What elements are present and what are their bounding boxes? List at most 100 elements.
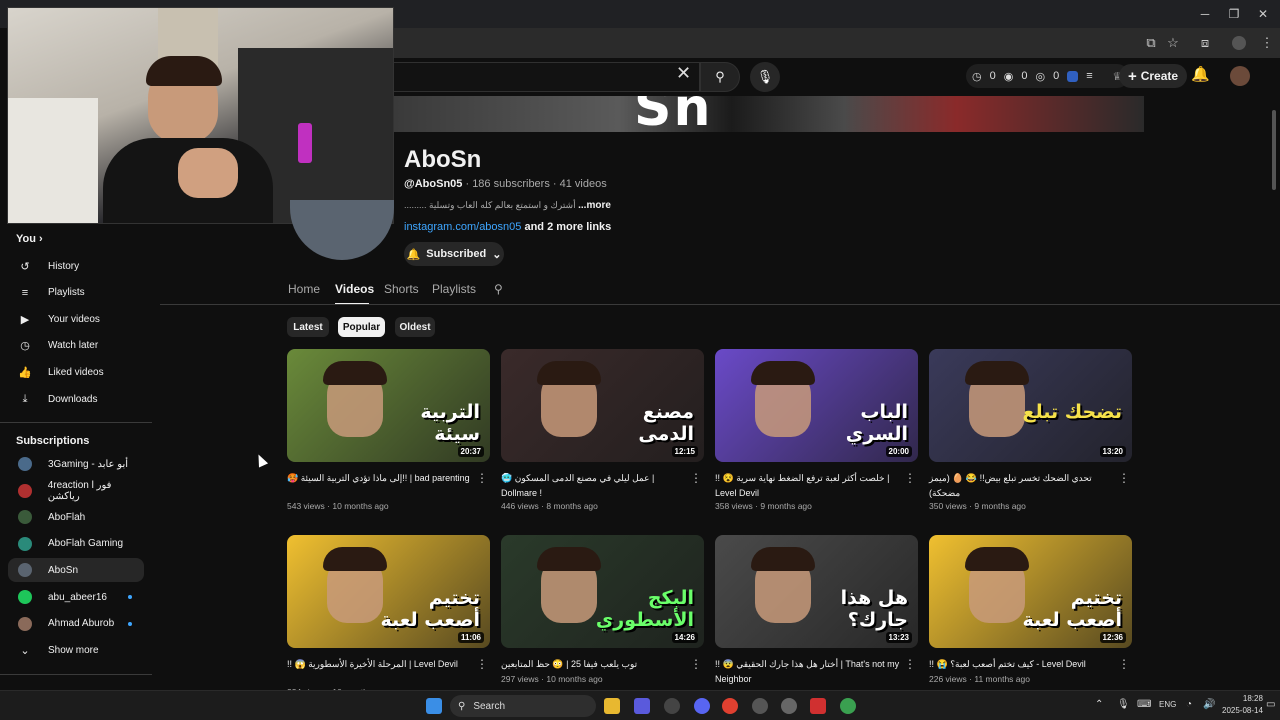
video-title[interactable]: !! 😵 خلصت أكثر لعبة ترفع الضغط نهاية سري… (715, 471, 900, 501)
video-menu-kebab-icon[interactable]: ⋮ (476, 657, 488, 671)
sidebar-item-watch-later[interactable]: ◷ Watch later (8, 334, 144, 358)
scrollbar-thumb[interactable] (1272, 110, 1276, 190)
subscription-item[interactable]: AboSn (8, 558, 144, 583)
subscription-item[interactable]: 3Gaming - أبو عابد (8, 452, 144, 476)
language-indicator[interactable]: ENG (1159, 700, 1176, 709)
app-icon[interactable] (752, 698, 768, 714)
tray-chevron-icon[interactable]: ⌃ (1095, 699, 1103, 710)
channel-description[interactable]: ......... أشترك و استمتع بعالم كله العاب… (404, 200, 611, 211)
cast-icon[interactable]: ⧉ (1142, 34, 1160, 52)
video-menu-kebab-icon[interactable]: ⋮ (476, 471, 488, 485)
subscription-item[interactable]: AboFlah Gaming (8, 532, 144, 556)
volume-icon[interactable]: 🔊 (1203, 699, 1215, 710)
store-icon[interactable] (634, 698, 650, 714)
notifications-icon[interactable]: ▭ (1266, 699, 1275, 710)
address-bar[interactable]: ⧉ ☆ ⧈ ⋮ (394, 28, 1280, 58)
extensions-icon[interactable]: ⧈ (1196, 34, 1214, 52)
discord-icon[interactable] (694, 698, 710, 714)
list-icon[interactable]: ≡ (1086, 70, 1092, 82)
extension-stats[interactable]: ◷ 0 ◉ 0 ◎ 0 ≡ ♕ (966, 64, 1129, 88)
video-thumbnail[interactable]: مصنع الدمى 12:15 (501, 349, 704, 462)
subscription-item[interactable]: Ahmad Aburob (8, 612, 144, 636)
video-thumbnail[interactable]: هل هذا جارك؟ 13:23 (715, 535, 918, 648)
subscription-item[interactable]: AboFlah (8, 505, 144, 529)
tab-shorts[interactable]: Shorts (384, 282, 419, 296)
video-menu-kebab-icon[interactable]: ⋮ (690, 657, 702, 671)
video-card[interactable]: تضحك تبلع 13:20 تحدي الضحك تخسر تبلع بيض… (929, 349, 1132, 511)
chip-popular[interactable]: Popular (338, 317, 385, 337)
video-card[interactable]: الباب السري 20:00 !! 😵 خلصت أكثر لعبة تر… (715, 349, 918, 511)
video-title[interactable]: !! 😨 أختار هل هذا جارك الحقيقي | That's … (715, 657, 900, 687)
video-thumbnail[interactable]: البكج الأسطوري 14:26 (501, 535, 704, 648)
more-link[interactable]: ...more (578, 200, 611, 211)
channel-search-icon[interactable]: ⚲ (494, 282, 503, 296)
sidebar-item-history[interactable]: ↺ History (8, 254, 144, 278)
video-menu-kebab-icon[interactable]: ⋮ (690, 471, 702, 485)
start-menu-icon[interactable] (426, 698, 442, 714)
channel-avatar[interactable] (290, 200, 394, 260)
sidebar-item-your-videos[interactable]: ▶ Your videos (8, 307, 144, 331)
search-button[interactable]: ⚲ (700, 62, 740, 92)
sidebar-item-downloads[interactable]: ⤓ Downloads (8, 387, 144, 411)
video-menu-kebab-icon[interactable]: ⋮ (904, 471, 916, 485)
chip-latest[interactable]: Latest (287, 317, 329, 337)
video-menu-kebab-icon[interactable]: ⋮ (904, 657, 916, 671)
video-card[interactable]: مصنع الدمى 12:15 🥶 عمل ليلي في مصنع الدم… (501, 349, 704, 511)
instagram-link[interactable]: instagram.com/abosn05 (404, 221, 521, 233)
chip-oldest[interactable]: Oldest (395, 317, 435, 337)
video-card[interactable]: تختيم أصعب لعبة 12:36 !! 😭 كيف تختم أصعب… (929, 535, 1132, 684)
subscribed-button[interactable]: 🔔 Subscribed ⌄ (404, 242, 504, 266)
sidebar-item-playlists[interactable]: ≡ Playlists (8, 281, 144, 305)
tab-home[interactable]: Home (288, 282, 320, 296)
chrome-icon[interactable] (722, 698, 738, 714)
video-thumbnail[interactable]: تختيم أصعب لعبة 12:36 (929, 535, 1132, 648)
show-more-button[interactable]: ⌄ Show more (8, 638, 144, 662)
app-icon[interactable] (781, 698, 797, 714)
video-menu-kebab-icon[interactable]: ⋮ (1118, 657, 1130, 671)
tray-mic-icon[interactable]: 🎙 (1117, 699, 1130, 710)
account-avatar[interactable] (1230, 66, 1250, 86)
star-icon[interactable]: ☆ (1164, 34, 1182, 52)
minimize-icon[interactable]: ─ (1197, 6, 1213, 22)
video-card[interactable]: هل هذا جارك؟ 13:23 !! 😨 أختار هل هذا جار… (715, 535, 918, 684)
more-links[interactable]: and 2 more links (524, 221, 611, 233)
create-button[interactable]: + Create (1119, 64, 1187, 88)
video-thumbnail[interactable]: تختيم أصعب لعبة 11:06 (287, 535, 490, 648)
tab-videos[interactable]: Videos (335, 282, 374, 296)
video-card[interactable]: تختيم أصعب لعبة 11:06 !! 😱 المرحلة الأخي… (287, 535, 490, 697)
video-title[interactable]: توب يلعب فيفا 25 | 😳 حظ المتابعين (501, 657, 686, 672)
video-title[interactable]: 🥶 عمل ليلي في مصنع الدمى المسكون | Dollm… (501, 471, 686, 501)
video-card[interactable]: التربية سيئة 20:37 🥵 إلى ماذا تؤدي الترب… (287, 349, 490, 511)
video-title[interactable]: !! 😭 كيف تختم أصعب لعبة؟ - Level Devil (929, 657, 1114, 672)
video-thumbnail[interactable]: التربية سيئة 20:37 (287, 349, 490, 462)
voice-search-button[interactable]: 🎙 (750, 62, 780, 92)
calendar-app-icon[interactable] (810, 698, 826, 714)
sidebar-item-liked-videos[interactable]: 👍 Liked videos (8, 360, 144, 384)
notifications-bell-icon[interactable]: 🔔 (1191, 65, 1210, 83)
video-title[interactable]: !! 😱 المرحلة الأخيرة الأسطورية | Level D… (287, 657, 472, 672)
chrome-profile-icon[interactable] (840, 698, 856, 714)
search-input[interactable] (394, 62, 700, 92)
keyboard-icon[interactable]: ⌨ (1137, 699, 1151, 710)
tab-playlists[interactable]: Playlists (432, 282, 476, 296)
subscription-item[interactable]: abu_abeer16 (8, 585, 144, 609)
video-thumbnail[interactable]: الباب السري 20:00 (715, 349, 918, 462)
clear-search-icon[interactable]: ✕ (676, 64, 691, 82)
wifi-icon[interactable]: ◔ (1186, 699, 1192, 710)
you-section-header[interactable]: You › (16, 233, 43, 245)
menu-kebab-icon[interactable]: ⋮ (1258, 34, 1276, 52)
steam-icon[interactable] (664, 698, 680, 714)
profile-icon[interactable] (1232, 36, 1246, 50)
video-thumbnail[interactable]: تضحك تبلع 13:20 (929, 349, 1132, 462)
video-title[interactable]: تحدي الضحك تخسر تبلع بيض!! 😂 🥚 (ميمز مضح… (929, 471, 1114, 501)
taskbar-search[interactable]: ⚲ Search (450, 695, 596, 717)
file-explorer-icon[interactable] (604, 698, 620, 714)
video-menu-kebab-icon[interactable]: ⋮ (1118, 471, 1130, 485)
extension-badge-icon[interactable] (1067, 70, 1079, 82)
video-title[interactable]: 🥵 إلى ماذا تؤدي التربية السيئة!! | bad p… (287, 471, 472, 486)
taskbar-clock[interactable]: 18:28 2025-08-14 (1222, 693, 1263, 717)
video-card[interactable]: البكج الأسطوري 14:26 توب يلعب فيفا 25 | … (501, 535, 704, 684)
maximize-icon[interactable]: ❐ (1226, 6, 1242, 22)
close-icon[interactable]: ✕ (1255, 6, 1271, 22)
subscription-item[interactable]: 4reaction l فور رياكشن (8, 479, 144, 503)
